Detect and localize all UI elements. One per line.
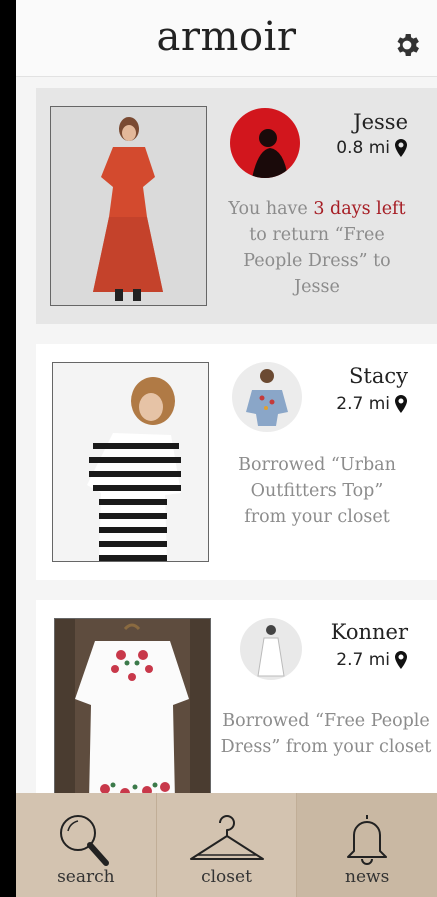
feed-message: Borrowed “Urban Outfitters Top” from you…: [238, 455, 396, 527]
user-name: Jesse: [353, 110, 408, 134]
location-pin-icon: [395, 651, 407, 669]
location-pin-icon: [395, 395, 407, 413]
feed-card-konner[interactable]: Konner 2.7 mi Borrowed “Free People Dres…: [36, 600, 437, 801]
avatar-stacy[interactable]: [232, 362, 302, 432]
bell-icon: [347, 815, 388, 865]
message-suffix: to return “Free People Dress” to Jesse: [243, 225, 391, 297]
distance: 2.7 mi: [336, 394, 408, 414]
feed-message: You have 3 days left to return “Free Peo…: [222, 196, 412, 300]
item-photo-embroidered-dress: [54, 618, 211, 801]
user-name: Konner: [330, 620, 408, 644]
tab-search[interactable]: search: [16, 793, 157, 897]
tab-closet[interactable]: closet: [157, 793, 298, 897]
app-title: armoir: [156, 14, 297, 60]
gear-icon[interactable]: [392, 30, 422, 60]
message-prefix: You have: [228, 199, 314, 219]
item-photo-striped-top: [52, 362, 209, 562]
app-header: armoir: [16, 0, 437, 77]
distance-text: 2.7 mi: [336, 394, 390, 414]
hanger-icon: [189, 815, 264, 860]
bottom-tab-bar: search closet news: [16, 793, 437, 897]
avatar-jesse[interactable]: [230, 108, 300, 178]
tab-label-closet: closet: [201, 867, 252, 887]
avatar-konner[interactable]: [240, 618, 302, 680]
days-left-highlight: 3 days left: [313, 199, 406, 219]
tab-label-news: news: [345, 867, 390, 887]
distance-text: 0.8 mi: [336, 138, 390, 158]
tab-news[interactable]: news: [297, 793, 437, 897]
search-icon: [59, 815, 109, 866]
distance: 0.8 mi: [336, 138, 408, 158]
phone-screen: armoir Jesse 0.8 mi You have 3 days left…: [16, 0, 437, 897]
feed-message: Borrowed “Free People Dress” from your c…: [220, 711, 432, 757]
location-pin-icon: [395, 139, 407, 157]
feed-card-jesse[interactable]: Jesse 0.8 mi You have 3 days left to ret…: [36, 88, 437, 324]
distance-text: 2.7 mi: [336, 650, 390, 670]
item-photo-dress: [50, 106, 207, 306]
user-name: Stacy: [349, 364, 408, 388]
tab-label-search: search: [57, 867, 115, 887]
feed-card-stacy[interactable]: Stacy 2.7 mi Borrowed “Urban Outfitters …: [36, 344, 437, 580]
distance: 2.7 mi: [336, 650, 408, 670]
